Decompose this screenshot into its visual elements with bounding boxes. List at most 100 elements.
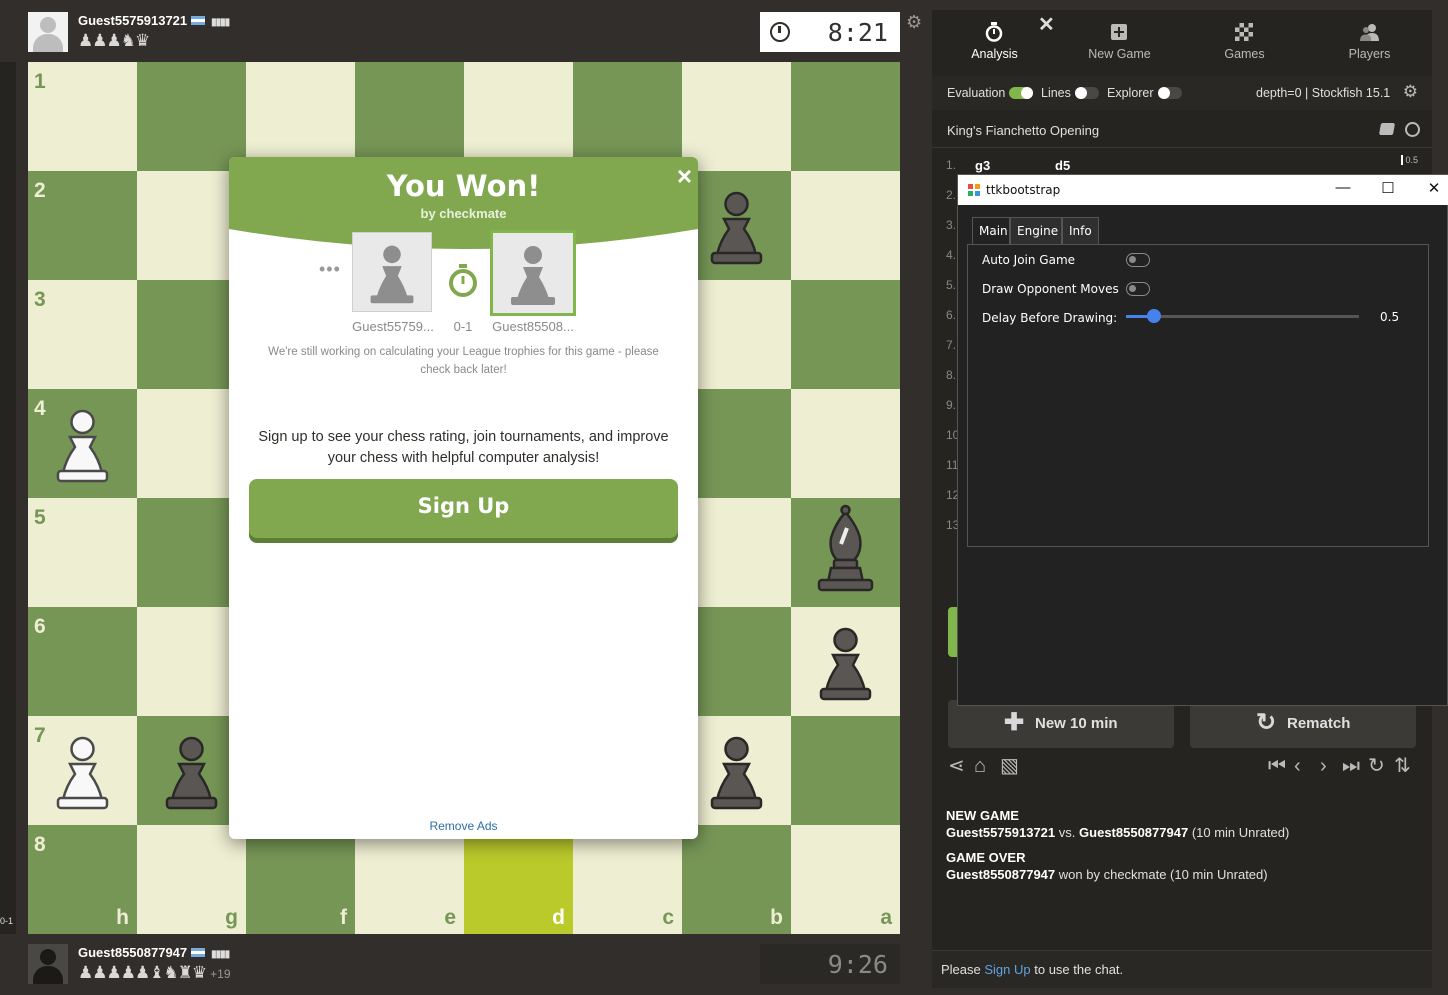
board-square[interactable]: a [791,825,900,934]
auto-join-label: Auto Join Game [982,253,1076,267]
rank-label: 3 [34,288,46,311]
black-pawn-piece[interactable] [791,607,900,716]
tab-games[interactable]: Games [1182,10,1307,76]
remove-ads-link[interactable]: Remove Ads [229,819,698,833]
black-move[interactable]: d5 [1055,158,1070,173]
board-square[interactable] [682,280,791,389]
rematch-button[interactable]: ↻ Rematch [1190,700,1416,748]
player-name[interactable]: Guest8550877947 ▮▮▮▮ [78,945,230,960]
tab-info[interactable]: Info [1062,217,1099,245]
board-square[interactable]: 1 [28,62,137,171]
image-export-icon[interactable]: ▧ [1000,755,1019,777]
board-square[interactable] [246,62,355,171]
board-square[interactable] [682,62,791,171]
auto-join-toggle[interactable] [1126,253,1150,267]
first-move-icon[interactable]: ⏮ [1268,755,1286,777]
player-name[interactable]: Guest5575913721 ▮▮▮▮ [78,13,230,28]
board-square[interactable]: c [573,825,682,934]
players-icon [1360,24,1379,41]
board-square[interactable]: 8h [28,825,137,934]
board-square[interactable] [791,716,900,825]
chat-signup-link[interactable]: Sign Up [984,962,1030,977]
reset-icon[interactable]: ↻ [1368,755,1385,777]
board-square[interactable] [355,62,464,171]
board-square[interactable] [791,171,900,280]
slider-handle[interactable] [1146,309,1161,323]
minimize-icon[interactable]: — [1328,179,1358,196]
board-square[interactable]: 5 [28,498,137,607]
white-pawn-piece[interactable] [28,389,137,498]
move-number: 6. [946,308,957,322]
previous-move-icon[interactable]: ‹ [1294,755,1301,777]
avatar[interactable] [28,12,68,52]
pawn-avatar-icon [511,246,555,305]
left-player-name[interactable]: Guest55759... [348,319,438,334]
new-game-line: Guest5575913721 vs. Guest8550877947 (10 … [946,825,1290,840]
file-label: g [225,906,238,929]
toggle-switch[interactable] [1009,87,1034,99]
board-square[interactable]: 3 [28,280,137,389]
main-tab-frame: Auto Join Game Draw Opponent Moves Delay… [967,244,1429,547]
tab-new-game[interactable]: New Game [1057,10,1182,76]
avatar[interactable] [28,944,68,984]
draw-moves-toggle[interactable] [1126,282,1150,296]
board-square[interactable] [573,62,682,171]
close-icon[interactable]: ✕ [1038,12,1055,37]
board-square[interactable] [682,607,791,716]
next-move-icon[interactable]: › [1320,755,1327,777]
tab-players[interactable]: Players [1307,10,1432,76]
right-player-avatar [490,230,576,316]
board-square[interactable] [682,498,791,607]
panel-tabs: Analysis New Game Games Players ✕ [932,10,1432,76]
explorer-toggle[interactable]: Explorer [1107,86,1182,100]
more-options-icon[interactable]: ••• [319,259,341,280]
rematch-icon: ↻ [1256,709,1277,736]
close-icon[interactable]: ✕ [1419,179,1448,197]
toggle-switch[interactable] [1074,87,1099,99]
black-pawn-piece[interactable] [682,716,791,825]
top-player-bar: Guest5575913721 ▮▮▮▮ ♟♟♟♞♛ [28,10,508,54]
maximize-icon[interactable]: ☐ [1373,179,1403,197]
board-square[interactable] [137,62,246,171]
chat-notice: Please Sign Up to use the chat. [941,962,1124,977]
board-square[interactable]: f [246,825,355,934]
board-square[interactable]: d [464,825,573,934]
engine-info: depth=0 | Stockfish 15.1 [1256,86,1391,100]
share-icon[interactable]: ⋖ [948,755,965,777]
signup-button[interactable]: Sign Up [249,479,678,538]
white-pawn-piece[interactable] [28,716,137,825]
delay-slider[interactable] [1126,309,1359,323]
black-pawn-piece[interactable] [682,171,791,280]
right-player-name[interactable]: Guest85508... [488,319,578,334]
engine-settings-gear-icon[interactable]: ⚙ [1403,82,1418,102]
board-square[interactable]: 2 [28,171,137,280]
toggle-switch[interactable] [1157,87,1182,99]
board-square[interactable]: e [355,825,464,934]
library-icon[interactable]: ⌂ [974,755,986,777]
window-titlebar[interactable]: ttkbootstrap — ☐ ✕ [958,175,1448,205]
lines-toggle[interactable]: Lines [1041,86,1099,100]
flip-board-icon[interactable]: ⇅ [1394,755,1411,777]
evaluation-toggle[interactable]: Evaluation [947,86,1034,100]
board-square[interactable]: b [682,825,791,934]
rank-label: 6 [34,615,46,638]
white-move[interactable]: g3 [975,158,990,173]
last-move-icon[interactable]: ⏭ [1342,755,1360,777]
board-square[interactable] [791,62,900,171]
board-square[interactable] [791,389,900,498]
book-icon[interactable] [1378,123,1396,135]
tab-engine[interactable]: Engine [1010,217,1062,245]
board-square[interactable]: 6 [28,607,137,716]
board-square[interactable] [464,62,573,171]
new-game-button[interactable]: ✚ New 10 min [948,700,1174,748]
board-square[interactable] [682,389,791,498]
file-label: f [340,906,347,929]
board-square[interactable] [791,280,900,389]
black-bishop-piece[interactable] [791,498,900,607]
compass-icon[interactable] [1405,122,1420,137]
move-number: 7. [946,338,957,352]
board-settings-gear-icon[interactable]: ⚙ [906,12,922,33]
tab-main[interactable]: Main [972,217,1010,245]
board-square[interactable]: g [137,825,246,934]
modal-close-icon[interactable]: × [677,163,692,189]
